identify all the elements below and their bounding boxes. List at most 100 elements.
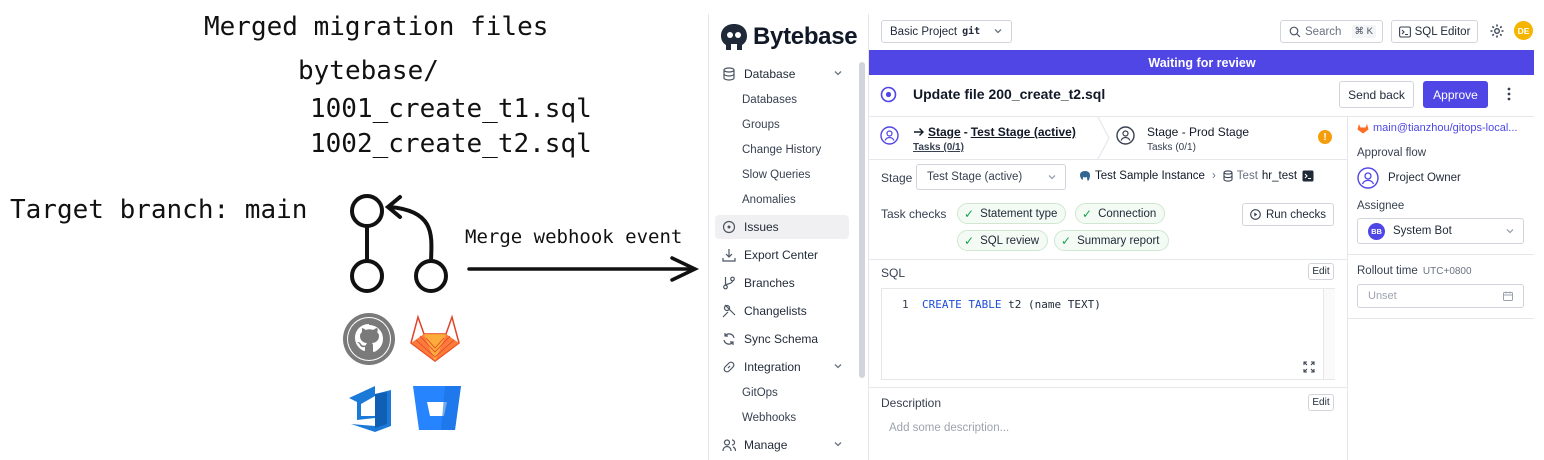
sidebar-item-label: Branches — [744, 276, 795, 290]
chevron-down-icon — [833, 438, 843, 452]
check-summary-report[interactable]: ✓ Summary report — [1054, 230, 1169, 251]
assignee-label: Assignee — [1357, 200, 1405, 212]
more-vertical-icon[interactable] — [1503, 86, 1515, 107]
diagram-title: Merged migration files — [204, 12, 549, 42]
sidebar-item-webhooks[interactable]: Webhooks — [742, 412, 796, 424]
stage-select[interactable]: Test Stage (active) — [916, 164, 1066, 190]
sidebar-item-slow-queries[interactable]: Slow Queries — [742, 169, 810, 181]
stage-label: Stage — [881, 171, 913, 185]
user-circle-icon — [1357, 167, 1379, 194]
sql-edit-button[interactable]: Edit — [1308, 263, 1334, 280]
chip-label: Connection — [1098, 207, 1157, 220]
stage-1[interactable]: Stage - Test Stage (active) — [913, 125, 1076, 139]
assignee-select[interactable]: BB System Bot — [1357, 218, 1524, 244]
sidebar-item-branches[interactable]: Branches — [715, 271, 849, 295]
diagram-target-branch: Target branch: main — [10, 195, 308, 225]
sidebar-item-label: Integration — [744, 360, 801, 374]
chevron-down-icon — [833, 67, 843, 81]
search-placeholder: Search — [1305, 25, 1342, 38]
stage-user-icon — [880, 126, 899, 150]
chevron-down-icon — [1505, 226, 1515, 239]
sidebar-item-issues[interactable]: Issues — [715, 215, 849, 239]
repo-link-text: main@tianzhou/gitops-local... — [1373, 122, 1518, 134]
terminal-icon[interactable] — [1302, 170, 1314, 182]
sql-editor[interactable]: 1 CREATE TABLE t2 (name TEXT) — [881, 288, 1335, 380]
divider — [869, 387, 1347, 388]
check-sql-review[interactable]: ✓ SQL review — [957, 230, 1049, 251]
stage-1-tasks[interactable]: Tasks (0/1) — [913, 142, 964, 153]
project-name: Basic Project — [890, 25, 958, 38]
gitlab-logo-icon — [410, 314, 460, 362]
gear-icon[interactable] — [1489, 23, 1505, 44]
sidebar-item-database[interactable]: Database — [715, 62, 849, 86]
rollout-time-placeholder: Unset — [1368, 290, 1397, 302]
bitbucket-logo-icon — [413, 386, 461, 430]
check-icon: ✓ — [1082, 206, 1093, 221]
sidebar-item-databases[interactable]: Databases — [742, 94, 797, 106]
run-checks-label: Run checks — [1265, 208, 1327, 221]
stage-user-icon-2 — [1116, 126, 1135, 150]
search-input[interactable]: Search ⌘ K — [1280, 20, 1383, 43]
play-circle-icon — [1250, 209, 1261, 220]
postgres-icon — [1079, 170, 1091, 182]
stage-2-tasks[interactable]: Tasks (0/1) — [1147, 142, 1196, 153]
rollout-time-input[interactable]: Unset — [1357, 284, 1524, 308]
stage-2[interactable]: Stage - Prod Stage — [1147, 125, 1249, 139]
db-name[interactable]: hr_test — [1262, 170, 1297, 182]
stage-select-value: Test Stage (active) — [927, 171, 1023, 183]
check-connection[interactable]: ✓ Connection — [1075, 203, 1166, 224]
warning-icon: ! — [1318, 130, 1332, 144]
timezone: UTC+0800 — [1422, 266, 1472, 277]
sql-editor-label: SQL Editor — [1414, 25, 1471, 38]
sidebar-item-anomalies[interactable]: Anomalies — [742, 194, 796, 206]
azure-devops-logo-icon — [349, 386, 391, 432]
send-back-button[interactable]: Send back — [1339, 81, 1414, 108]
sidebar-item-manage[interactable]: Manage — [715, 433, 849, 457]
issue-title: Update file 200_create_t2.sql — [913, 86, 1106, 102]
sidebar-item-change-history[interactable]: Change History — [742, 144, 821, 156]
sidebar-item-sync-schema[interactable]: Sync Schema — [715, 327, 849, 351]
calendar-icon — [1503, 291, 1513, 304]
editor-scrollbar[interactable] — [1323, 289, 1335, 379]
terminal-icon — [1398, 25, 1411, 38]
divider — [1347, 318, 1534, 319]
link-icon — [721, 359, 737, 375]
description-placeholder[interactable]: Add some description... — [889, 422, 1009, 434]
project-selector[interactable]: Basic Project git — [881, 20, 1012, 43]
arrow-right-icon — [467, 256, 700, 282]
chevron-down-icon — [993, 26, 1003, 39]
sidebar-item-export-center[interactable]: Export Center — [715, 243, 849, 267]
sql-keyword: CREATE TABLE — [922, 298, 1002, 311]
sidebar-item-integration[interactable]: Integration — [715, 355, 849, 379]
download-icon — [721, 247, 737, 263]
run-checks-button[interactable]: Run checks — [1242, 203, 1334, 226]
description-label: Description — [881, 396, 942, 410]
stage-1-prefix: Stage — [928, 125, 961, 139]
sidebar-item-gitops[interactable]: GitOps — [742, 387, 778, 399]
sidebar-item-groups[interactable]: Groups — [742, 119, 780, 131]
chevron-right-icon: › — [1211, 170, 1216, 182]
changelist-icon — [721, 303, 737, 319]
check-statement-type[interactable]: ✓ Statement type — [957, 203, 1067, 224]
sql-rest: t2 (name TEXT) — [1001, 298, 1101, 311]
stage-1-name: Test Stage (active) — [970, 125, 1076, 139]
divider — [869, 259, 1347, 260]
database-icon — [721, 66, 737, 82]
right-panel-divider — [1347, 117, 1348, 460]
divider — [1347, 254, 1534, 255]
brand-logo[interactable]: Bytebase — [719, 22, 858, 52]
merge-branch-icon — [350, 194, 448, 293]
repo-link[interactable]: main@tianzhou/gitops-local... — [1357, 122, 1517, 134]
sidebar-item-changelists[interactable]: Changelists — [715, 299, 849, 323]
sql-editor-button[interactable]: SQL Editor — [1391, 20, 1478, 43]
expand-icon[interactable] — [1303, 361, 1315, 376]
chip-label: Summary report — [1077, 234, 1160, 247]
avatar[interactable]: DE — [1514, 21, 1533, 40]
git-branch-icon — [721, 275, 737, 291]
description-edit-button[interactable]: Edit — [1308, 394, 1334, 411]
approve-button[interactable]: Approve — [1423, 81, 1488, 108]
bytebase-app-window: Bytebase Database Databases Groups Chang… — [708, 14, 1534, 460]
sidebar-scrollbar[interactable] — [859, 62, 865, 378]
divider — [869, 159, 1347, 160]
instance-name[interactable]: Test Sample Instance — [1095, 170, 1205, 182]
